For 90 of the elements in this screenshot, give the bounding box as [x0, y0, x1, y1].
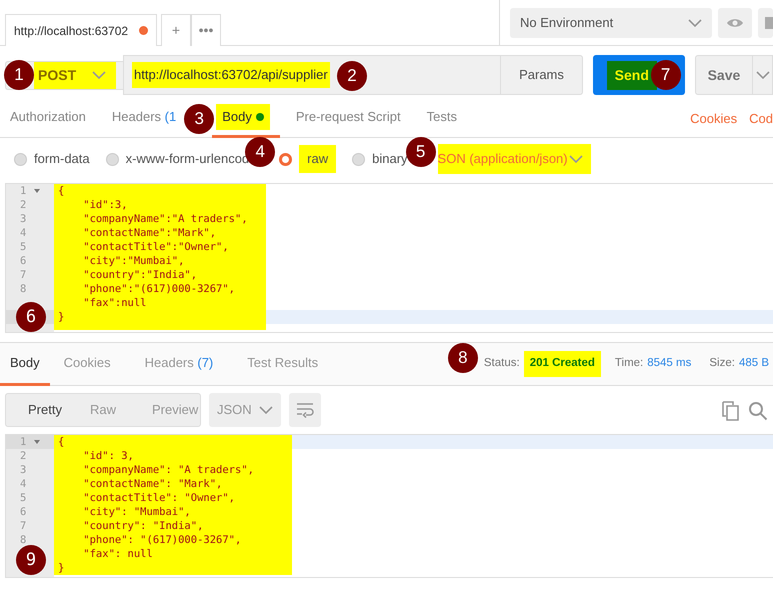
format-select[interactable]: JSON [209, 393, 281, 427]
radio-button[interactable] [106, 152, 119, 166]
section-tab[interactable]: Headers (1 [102, 100, 186, 138]
code-line: "fax": null [82, 547, 154, 561]
section-tab[interactable]: Tests [416, 100, 467, 138]
line-number: 7 [20, 520, 26, 532]
section-tab[interactable]: Headers (7) [134, 342, 224, 386]
code-line: "phone":"(617)000-3267", [82, 282, 236, 296]
status-value: 201 Created [524, 351, 601, 377]
caret-icon [259, 406, 273, 414]
code-line: "id":3, [82, 198, 129, 212]
line-number: 2 [20, 450, 26, 462]
code-line: "contactName":"Mark", [82, 226, 218, 240]
code-line: "country":"India", [82, 268, 198, 282]
view-mode-tab[interactable]: Pretty [6, 394, 76, 426]
link[interactable]: Cookies [690, 108, 738, 128]
time-label: Time: [614, 356, 644, 372]
content-type-select[interactable]: SON (application/json) [438, 144, 591, 174]
marker: 8 [448, 343, 478, 374]
environment-select[interactable]: No Environment [510, 8, 712, 38]
size-value: 485 B [738, 356, 769, 372]
code-line: "country": "India", [82, 519, 204, 533]
view-mode-tab[interactable]: Preview [138, 394, 200, 426]
radio-button[interactable] [352, 152, 366, 166]
wrap-button[interactable] [289, 393, 321, 427]
marker: 2 [337, 61, 367, 91]
settings-button[interactable] [758, 8, 773, 38]
line-number: 5 [20, 241, 26, 253]
radio-label[interactable]: x-www-form-urlencod [126, 149, 250, 169]
save-menu-button[interactable] [753, 55, 773, 95]
search-icon[interactable] [748, 401, 768, 421]
params-button[interactable]: Params [501, 55, 583, 95]
code-line: "contactTitle": "Owner", [82, 491, 236, 505]
radio-label[interactable]: binary [372, 149, 408, 169]
line-number: 8 [20, 283, 26, 295]
size-label: Size: [709, 356, 735, 372]
code-line: } [57, 561, 66, 575]
caret-icon [568, 155, 583, 163]
fold-icon[interactable] [34, 189, 40, 193]
copy-icon[interactable] [722, 401, 740, 421]
line-number: 7 [20, 269, 26, 281]
line-number: 5 [20, 492, 26, 504]
eye-icon [726, 17, 744, 29]
section-tab[interactable]: Body [0, 342, 50, 386]
section-tab[interactable]: Authorization [0, 100, 96, 138]
time-value: 8545 ms [647, 356, 692, 372]
code-line: "fax":null [82, 296, 148, 310]
line-number: 1 [20, 436, 26, 448]
line-number: 1 [20, 185, 26, 197]
marker: 3 [184, 104, 214, 134]
fold-icon[interactable] [34, 440, 40, 444]
new-tab-button[interactable]: + [161, 14, 191, 46]
code-line: "companyName":"A traders", [82, 212, 249, 226]
code-line: { [57, 435, 66, 449]
line-number: 6 [20, 255, 26, 267]
line-number: 4 [20, 478, 26, 490]
radio-label[interactable]: raw [299, 145, 336, 173]
line-number: 4 [20, 227, 26, 239]
request-tab[interactable]: http://localhost:63702 [5, 14, 157, 46]
code-line: "city":"Mumbai", [82, 254, 186, 268]
status-label: Status: [484, 356, 520, 372]
wrap-icon [296, 402, 314, 418]
section-tab[interactable]: Cookies [54, 342, 121, 386]
link[interactable]: Cod [749, 108, 773, 128]
radio-button[interactable] [279, 152, 292, 166]
view-mode-tab[interactable]: Raw [76, 394, 138, 426]
line-number: 3 [20, 213, 26, 225]
code-line: "contactName": "Mark", [82, 477, 224, 491]
line-number: 3 [20, 464, 26, 476]
code-line: "id": 3, [82, 449, 135, 463]
section-tab[interactable]: Test Results [237, 342, 328, 386]
radio-label[interactable]: form-data [34, 149, 90, 169]
code-line: { [57, 184, 66, 198]
url-field[interactable]: http://localhost:63702/api/supplier [132, 62, 330, 88]
code-line: "contactTitle":"Owner", [82, 240, 230, 254]
section-tab[interactable]: Pre-request Script [286, 100, 411, 138]
save-button[interactable]: Save [694, 55, 754, 95]
code-line: "companyName": "A traders", [82, 463, 255, 477]
caret-icon [756, 70, 770, 79]
code-line: "city": "Mumbai", [82, 505, 192, 519]
line-number: 8 [20, 534, 26, 546]
code-line: } [57, 310, 66, 324]
marker: 5 [406, 137, 436, 168]
line-number: 2 [20, 199, 26, 211]
eye-button[interactable] [718, 8, 752, 38]
code-line: "phone": "(617)000-3267", [82, 533, 242, 547]
line-number: 6 [20, 506, 26, 518]
more-button[interactable]: ••• [191, 14, 221, 46]
caret-icon [688, 19, 702, 27]
radio-button[interactable] [14, 152, 27, 166]
